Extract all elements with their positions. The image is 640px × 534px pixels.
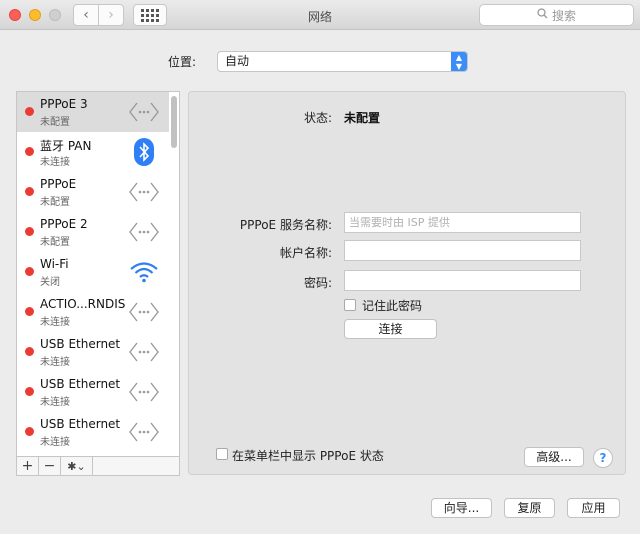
- status-dot: [25, 267, 34, 276]
- ethernet-icon: [127, 337, 161, 367]
- service-item-usb-ethernet-2[interactable]: USB Ethernet 未连接: [17, 372, 169, 412]
- status-dot: [25, 307, 34, 316]
- show-in-menubar-checkbox[interactable]: [216, 448, 228, 460]
- remember-password-label: 记住此密码: [362, 299, 423, 313]
- search-icon: [537, 8, 548, 22]
- location-value: 自动: [225, 54, 250, 68]
- assist-me-button[interactable]: 向导...: [431, 498, 492, 518]
- wifi-icon: [127, 257, 161, 287]
- service-name: PPPoE: [40, 177, 77, 191]
- account-name-label: 帐户名称:: [279, 246, 332, 260]
- service-list[interactable]: PPPoE 3 未配置 蓝牙 PAN 未连接 PPPoE 未配置 PPPoE 2…: [16, 91, 180, 457]
- service-item-pppoe[interactable]: PPPoE 未配置: [17, 172, 169, 212]
- status-value: 未配置: [344, 111, 381, 125]
- service-list-toolbar: + − ✱⌄: [16, 456, 180, 476]
- ethernet-icon: [127, 297, 161, 327]
- gear-menu-button[interactable]: ✱⌄: [61, 457, 93, 475]
- status-dot: [25, 147, 34, 156]
- ethernet-icon: [127, 97, 161, 127]
- service-status: 未连接: [40, 397, 70, 408]
- service-status: 未配置: [40, 197, 70, 208]
- connect-button[interactable]: 连接: [344, 319, 437, 339]
- service-item-pppoe-3[interactable]: PPPoE 3 未配置: [17, 92, 169, 132]
- service-name: PPPoE 2: [40, 217, 88, 231]
- updown-arrows-icon: ▲ ▼: [451, 52, 467, 71]
- show-in-menubar-label: 在菜单栏中显示 PPPoE 状态: [232, 449, 384, 463]
- service-name-field[interactable]: 当需要时由 ISP 提供: [344, 212, 581, 233]
- service-name: 蓝牙 PAN: [40, 139, 92, 153]
- add-service-button[interactable]: +: [17, 457, 39, 475]
- status-dot: [25, 427, 34, 436]
- status-label: 状态:: [303, 111, 332, 125]
- service-status: 关闭: [40, 277, 60, 288]
- password-field[interactable]: [344, 270, 581, 291]
- service-status: 未配置: [40, 237, 70, 248]
- service-status: 未配置: [40, 117, 70, 128]
- service-name: ACTIO...RNDIS: [40, 297, 126, 311]
- service-status: 未连接: [40, 437, 70, 448]
- scroll-thumb[interactable]: [171, 96, 177, 148]
- advanced-button[interactable]: 高级...: [524, 447, 584, 467]
- service-item-usb-ethernet-3[interactable]: USB Ethernet 未连接: [17, 412, 169, 452]
- service-name: Wi-Fi: [40, 257, 69, 271]
- service-item-wifi[interactable]: Wi-Fi 关闭: [17, 252, 169, 292]
- help-button[interactable]: ?: [593, 448, 613, 468]
- service-name: PPPoE 3: [40, 97, 88, 111]
- service-name-placeholder: 当需要时由 ISP 提供: [349, 216, 450, 229]
- location-select[interactable]: 自动 ▲ ▼: [217, 51, 468, 72]
- search-input[interactable]: 搜索: [479, 4, 634, 26]
- ethernet-icon: [127, 417, 161, 447]
- status-dot: [25, 187, 34, 196]
- status-dot: [25, 227, 34, 236]
- service-name: USB Ethernet: [40, 377, 121, 391]
- bluetooth-icon: [127, 137, 161, 167]
- search-placeholder: 搜索: [551, 8, 576, 23]
- service-status: 未连接: [40, 357, 70, 368]
- ethernet-icon: [127, 217, 161, 247]
- service-name-label: PPPoE 服务名称:: [239, 218, 332, 232]
- service-name: USB Ethernet: [40, 337, 121, 351]
- location-label: 位置:: [168, 55, 197, 69]
- revert-button[interactable]: 复原: [504, 498, 555, 518]
- remove-service-button[interactable]: −: [39, 457, 61, 475]
- status-dot: [25, 107, 34, 116]
- account-name-field[interactable]: [344, 240, 581, 261]
- password-label: 密码:: [303, 276, 332, 290]
- service-item-usb-ethernet-1[interactable]: USB Ethernet 未连接: [17, 332, 169, 372]
- remember-password-checkbox[interactable]: [344, 299, 356, 311]
- apply-button[interactable]: 应用: [567, 498, 620, 518]
- service-item-bluetooth-pan[interactable]: 蓝牙 PAN 未连接: [17, 132, 169, 172]
- service-status: 未连接: [40, 317, 70, 328]
- detail-pane: 状态: 未配置 PPPoE 服务名称: 当需要时由 ISP 提供 帐户名称: 密…: [188, 91, 626, 475]
- service-item-pppoe-2[interactable]: PPPoE 2 未配置: [17, 212, 169, 252]
- status-dot: [25, 387, 34, 396]
- service-item-actions-rndis[interactable]: ACTIO...RNDIS 未连接: [17, 292, 169, 332]
- list-scrollbar[interactable]: [170, 94, 178, 456]
- title-bar: ‹ › 网络 搜索: [0, 0, 640, 30]
- service-status: 未连接: [40, 157, 70, 168]
- status-dot: [25, 347, 34, 356]
- ethernet-icon: [127, 377, 161, 407]
- ethernet-icon: [127, 177, 161, 207]
- service-name: USB Ethernet: [40, 417, 121, 431]
